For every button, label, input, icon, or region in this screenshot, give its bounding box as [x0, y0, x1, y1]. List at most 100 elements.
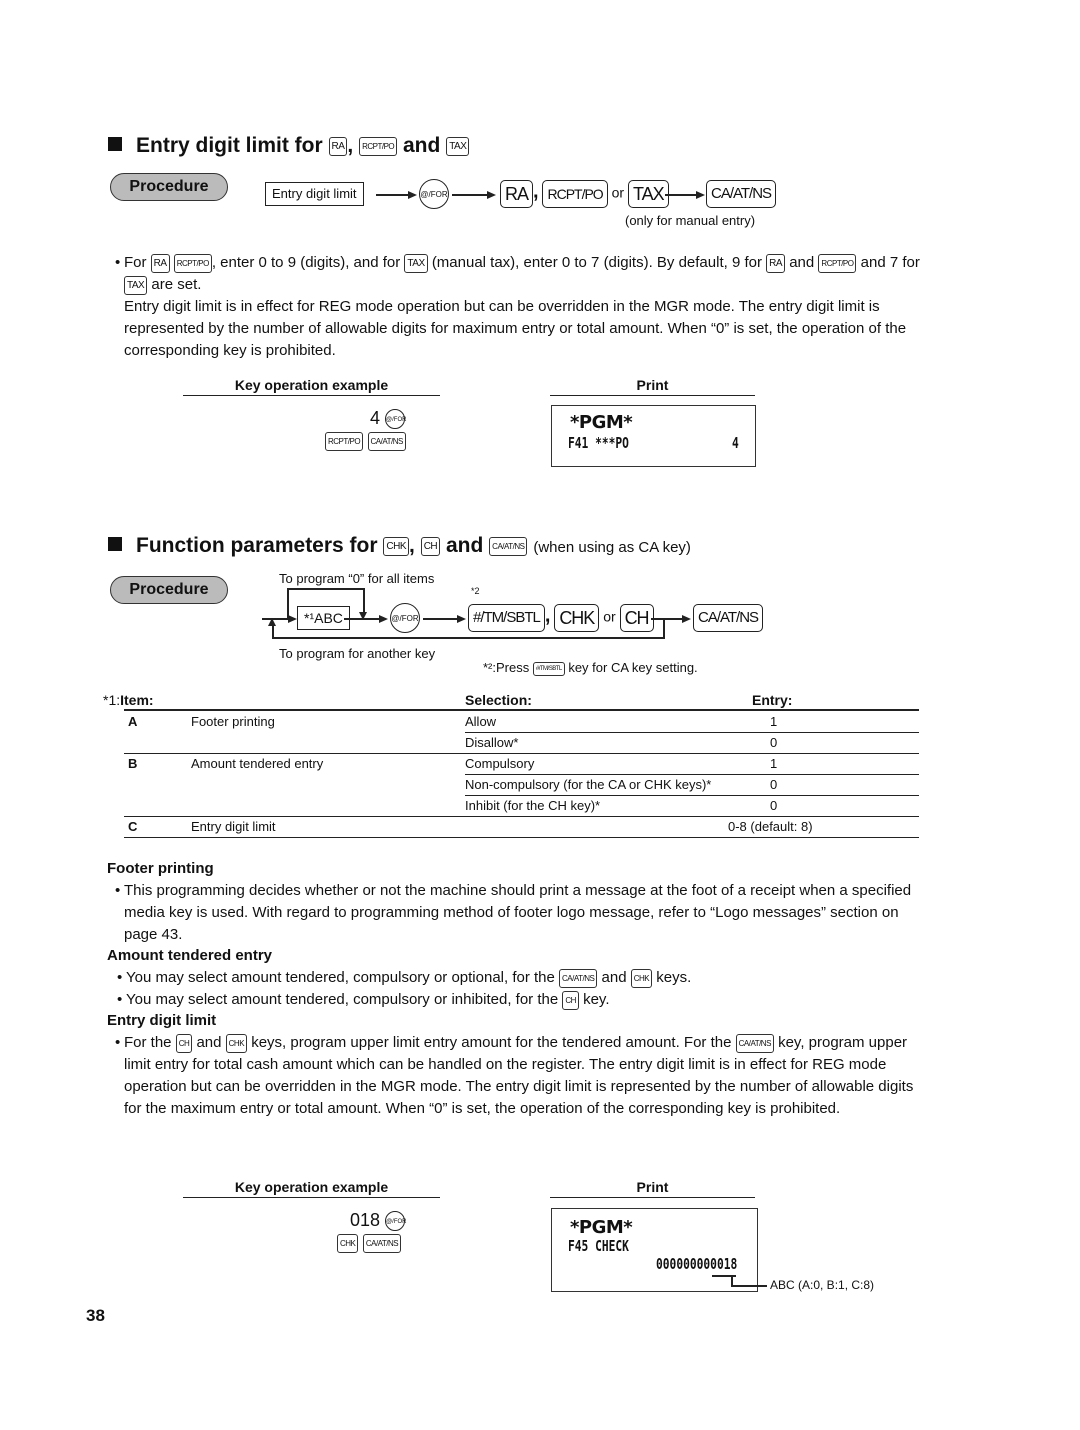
key-icon-tax: TAX	[627, 180, 669, 208]
key-icon-chk: CHK	[630, 968, 653, 988]
key-icon-tax: TAX	[404, 253, 428, 273]
text: and	[196, 1034, 222, 1051]
header-selection: Selection:	[465, 692, 532, 708]
row-entry: 0-8 (default: 8)	[728, 819, 813, 834]
flow-box-abc: *¹ABC	[297, 606, 350, 630]
print-heading: Print	[550, 377, 755, 396]
procedure-badge: Procedure	[110, 173, 228, 201]
key-icon-ra: RA	[328, 136, 348, 156]
row-item: Amount tendered entry	[191, 756, 324, 771]
amount-tendered-bullet-2: • You may select amount tendered, compul…	[117, 989, 926, 1011]
parameters-table: A Footer printing Allow 1 Disallow* 0 B Amount …	[124, 712, 919, 838]
row-selection: Compulsory	[465, 756, 535, 771]
key-icon-chk: CHK	[337, 1234, 359, 1253]
bullet-square-icon	[108, 137, 122, 151]
title-and: and	[403, 134, 441, 157]
key-icon-rcptpo: RCPT/PO	[325, 432, 364, 451]
text: *1:	[103, 692, 121, 708]
key-icon-ca-at-ns: CA/AT/NS	[489, 536, 528, 556]
row-entry: 0	[770, 777, 778, 792]
star2-note: *²:Press #/TM/SBTL key for CA key settin…	[483, 660, 698, 676]
bullet: •	[117, 991, 123, 1008]
row-selection: Allow	[465, 714, 497, 729]
row-letter: C	[128, 819, 138, 834]
key-icon-rcptpo: RCPT/PO	[359, 136, 398, 156]
row-entry: 1	[770, 714, 778, 729]
key-icon-at-for: @/FOR	[419, 179, 449, 209]
table-row: B Amount tendered entry Compulsory 1	[124, 754, 919, 775]
footer-printing-heading: Footer printing	[107, 860, 214, 877]
page-number: 38	[86, 1306, 105, 1325]
entry-digit-limit-heading: Entry digit limit	[107, 1012, 217, 1029]
key-icon-ca-at-ns: CA/AT/NS	[559, 968, 598, 988]
key-icon-ca-at-ns: CA/AT/NS	[706, 180, 777, 208]
paragraph: Entry digit limit is in effect for REG m…	[124, 298, 907, 359]
row-letter: A	[128, 714, 138, 729]
text: This programming decides whether or not …	[124, 882, 912, 943]
key-icon-ch: CH	[420, 536, 441, 556]
print-value: 000000000018	[656, 1255, 738, 1273]
key-sequence-line1: 4 @/FOR	[370, 408, 406, 430]
digits: 018	[350, 1210, 381, 1230]
bullet: •	[115, 882, 121, 899]
key-icon-tm-sbtl: #/TM/SBTL	[532, 661, 565, 676]
bullet-square-icon	[108, 537, 122, 551]
amount-tendered-heading: Amount tendered entry	[107, 947, 273, 964]
footer-printing-text: • This programming decides whether or not…	[115, 880, 924, 946]
key-sequence-line2: CHK CA/AT/NS	[337, 1234, 402, 1253]
text: and	[601, 969, 627, 986]
flow-box-entry-digit-limit: Entry digit limit	[265, 182, 364, 206]
key-icon-ch: CH	[562, 990, 579, 1010]
flow-or: or	[611, 184, 625, 201]
receipt-print-2: *PGM* F45 CHECK 000000000018	[551, 1208, 758, 1292]
row-entry: 1	[770, 756, 778, 771]
print-heading: Print	[550, 1179, 755, 1198]
row-selection: Inhibit (for the CH key)*	[465, 798, 601, 813]
key-icon-chk: CHK	[383, 536, 410, 556]
key-icon-chk: CHK	[554, 604, 600, 632]
star2-mark: *2	[471, 586, 480, 596]
title-text: Function parameters for	[136, 534, 378, 557]
print-line-1: *PGM*	[570, 412, 633, 433]
table-row: Non-compulsory (for the CA or CHK keys)*…	[124, 775, 919, 796]
key-sequence-line1: 018 @/FOR	[350, 1210, 407, 1232]
key-icon-rcptpo: RCPT/PO	[542, 180, 608, 208]
flow-key-ca: CA/AT/NS	[706, 180, 777, 208]
row-item: Entry digit limit	[191, 819, 276, 834]
text: keys.	[656, 969, 692, 986]
title-suffix: (when using as CA key)	[533, 539, 691, 556]
key-icon-ra: RA	[766, 253, 786, 273]
flow-keys: RA, RCPT/PO or TAX	[500, 180, 669, 208]
amount-tendered-bullet-1: • You may select amount tendered, compul…	[117, 967, 926, 989]
text: key.	[583, 991, 610, 1008]
text: , enter 0 to 9 (digits), and for	[211, 254, 401, 271]
text: (manual tax), enter 0 to 7 (digits). By …	[431, 254, 762, 271]
title-text: Entry digit limit for	[136, 134, 323, 157]
section-title-function-parameters: Function parameters for CHK, CH and CA/A…	[108, 534, 691, 558]
flow-keys: #/TM/SBTL, CHK or CH	[468, 604, 654, 632]
header-entry: Entry:	[752, 692, 793, 708]
key-icon-at-for: @/FOR	[385, 1211, 407, 1232]
key-icon-ca-at-ns: CA/AT/NS	[362, 1234, 402, 1253]
row-selection: Non-compulsory (for the CA or CHK keys)*	[465, 777, 712, 792]
key-icon-tax: TAX	[446, 136, 470, 156]
text: For	[124, 254, 147, 271]
procedure-badge: Procedure	[110, 576, 228, 604]
section1-description: • For RA RCPT/PO, enter 0 to 9 (digits),…	[115, 252, 924, 362]
flow-or: or	[603, 608, 616, 625]
text: are set.	[151, 276, 202, 293]
flow-key-ca: CA/AT/NS	[693, 604, 764, 632]
bullet: •	[117, 969, 123, 986]
table-row: Disallow* 0	[124, 733, 919, 754]
key-icon-ch: CH	[175, 1033, 193, 1053]
row-selection: Disallow*	[465, 735, 519, 750]
table-row: Inhibit (for the CH key)* 0	[124, 796, 919, 817]
print-value: 4	[732, 434, 739, 452]
title-and: and	[445, 534, 484, 557]
text: For the	[124, 1034, 172, 1051]
key-icon-ca-at-ns: CA/AT/NS	[693, 604, 764, 632]
text: *²:Press	[483, 660, 530, 675]
key-icon-at-for: @/FOR	[385, 409, 406, 430]
loop-bottom-label: To program for another key	[279, 646, 436, 661]
key-icon-ch: CH	[619, 604, 654, 632]
